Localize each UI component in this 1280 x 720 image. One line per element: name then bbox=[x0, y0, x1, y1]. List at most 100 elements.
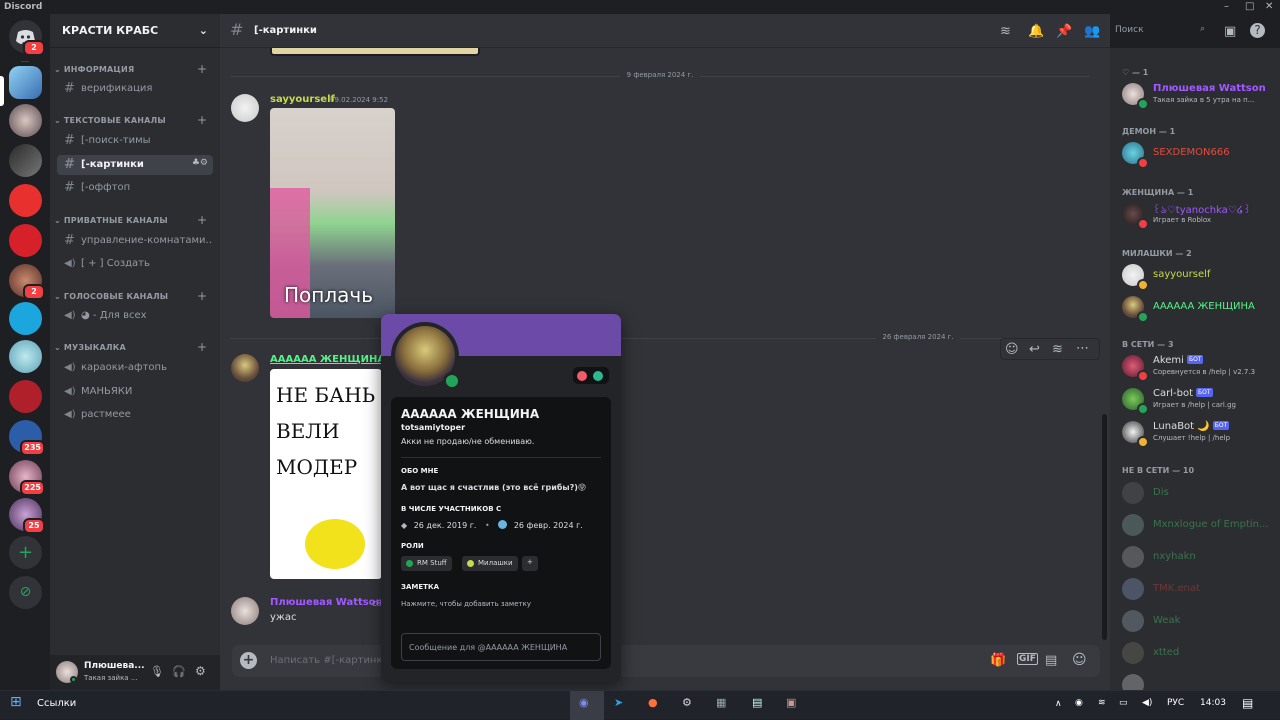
server-header[interactable]: КРАСТИ КРАБС ⌄ bbox=[50, 14, 220, 48]
voice-channel-karaoke[interactable]: ◀) караоки-афтопь bbox=[57, 358, 213, 378]
direct-messages-button[interactable]: 2 bbox=[9, 20, 45, 56]
members-list-icon[interactable]: 👥 bbox=[1084, 24, 1100, 39]
server-icon[interactable] bbox=[9, 104, 42, 137]
wifi-icon[interactable]: ≋ bbox=[1098, 698, 1106, 708]
channel-verify[interactable]: # верификация bbox=[57, 79, 213, 99]
server-icon[interactable] bbox=[9, 380, 42, 413]
role-chip[interactable]: RM Stuff bbox=[401, 556, 452, 571]
add-server-button[interactable]: + bbox=[9, 536, 42, 569]
message-image[interactable]: НЕ БАНЬ ВЕЛИ МОДЕР bbox=[270, 369, 382, 579]
member-item[interactable]: xtted bbox=[1122, 640, 1272, 666]
member-item[interactable]: Плюшевая Wattson Такая зайка в 5 утра на… bbox=[1122, 81, 1272, 110]
help-icon[interactable]: ? bbox=[1250, 23, 1265, 38]
server-icon[interactable] bbox=[9, 224, 42, 257]
battery-icon[interactable]: ▭ bbox=[1119, 698, 1128, 708]
clock[interactable]: 14:03 bbox=[1200, 698, 1226, 708]
sticker-icon[interactable]: ▤ bbox=[1045, 653, 1057, 668]
server-icon[interactable]: 225 bbox=[9, 460, 45, 496]
member-item[interactable]: Mxnxlogue of Emptin... bbox=[1122, 512, 1272, 538]
member-item[interactable]: ААААAA ЖЕНЩИНА bbox=[1122, 294, 1272, 323]
member-item[interactable]: TMK.enat bbox=[1122, 576, 1272, 602]
more-icon[interactable]: ⋯ bbox=[1076, 341, 1089, 356]
bell-icon[interactable]: 🔔 bbox=[1028, 24, 1044, 39]
server-icon[interactable] bbox=[9, 144, 42, 177]
category-voice[interactable]: ⌄ ГОЛОСОВЫЕ КАНАЛЫ + bbox=[54, 289, 207, 303]
category-text[interactable]: ⌄ ТЕКСТОВЫЕ КАНАЛЫ + bbox=[54, 113, 207, 127]
member-item[interactable]: Carl-bot БОТ Играет в /help | carl.gg bbox=[1122, 386, 1272, 415]
close-icon[interactable]: ✕ bbox=[1265, 1, 1273, 12]
app-icon[interactable]: ▦ bbox=[716, 696, 726, 709]
note-input[interactable]: Нажмите, чтобы добавить заметку bbox=[401, 600, 531, 608]
avatar[interactable] bbox=[231, 597, 259, 625]
reply-icon[interactable]: ↩ bbox=[1029, 342, 1040, 357]
windows-start-icon[interactable]: ⊞ bbox=[10, 694, 22, 710]
member-item[interactable]: Weak bbox=[1122, 608, 1272, 634]
gif-icon[interactable]: GIF bbox=[1017, 653, 1038, 665]
microphone-icon[interactable]: 🎙 bbox=[150, 665, 164, 678]
headphones-icon[interactable]: 🎧 bbox=[172, 665, 186, 678]
attach-plus-icon[interactable]: + bbox=[240, 652, 257, 669]
search-input[interactable]: Поиск ⌕ bbox=[1110, 22, 1210, 40]
channel-offtop[interactable]: # [-оффтоп bbox=[57, 178, 213, 198]
add-role-button[interactable]: + bbox=[522, 556, 538, 571]
message-composer[interactable]: + Написать #[-картинки 🎁 GIF ▤ ☺ bbox=[232, 645, 1100, 677]
discord-tray-icon[interactable]: ◉ bbox=[1075, 698, 1083, 708]
server-icon[interactable]: 235 bbox=[9, 420, 45, 456]
taskbar-search-label[interactable]: Ссылки bbox=[37, 698, 76, 709]
server-icon[interactable] bbox=[9, 340, 42, 373]
server-icon[interactable]: 25 bbox=[9, 498, 45, 534]
emoji-icon[interactable]: ☺ bbox=[1072, 652, 1087, 668]
category-music[interactable]: ⌄ МУЗЫКАЛКА + bbox=[54, 340, 207, 354]
direct-message-input[interactable]: Сообщение для @ААААAA ЖЕНЩИНА bbox=[401, 633, 601, 661]
previous-image[interactable] bbox=[270, 48, 480, 56]
threads-icon[interactable]: ≋ bbox=[1000, 24, 1011, 39]
language-indicator[interactable]: РУС bbox=[1167, 698, 1184, 708]
category-private[interactable]: ⌄ ПРИВАТНЫЕ КАНАЛЫ + bbox=[54, 213, 207, 227]
explore-compass-icon[interactable]: ⊘ bbox=[9, 576, 42, 609]
server-icon[interactable] bbox=[9, 302, 42, 335]
message-author[interactable]: sayyourself bbox=[270, 94, 335, 105]
category-info[interactable]: ⌄ ИНФОРМАЦИЯ + bbox=[54, 62, 207, 76]
telegram-icon[interactable]: ➤ bbox=[614, 696, 623, 709]
member-item[interactable]: Akemi БОТ Соревнуется в /help | v2.7.3 bbox=[1122, 353, 1272, 382]
gift-icon[interactable]: 🎁 bbox=[990, 653, 1006, 668]
message-author[interactable]: Плюшевая Wattson bbox=[270, 597, 383, 608]
channel-rooms[interactable]: # управление-комнатами... bbox=[57, 231, 213, 251]
member-item[interactable]: ꒰ঌ♡tyanochka♡໒꒱ Играет в Roblox bbox=[1122, 201, 1272, 230]
maximize-icon[interactable]: □ bbox=[1245, 1, 1254, 12]
server-icon[interactable]: 2 bbox=[9, 264, 45, 300]
scrollbar[interactable] bbox=[1102, 414, 1107, 640]
voice-channel-forall[interactable]: ◀) ◕ - Для всех bbox=[57, 306, 213, 326]
message-author[interactable]: ААААAA ЖЕНЩИНА bbox=[270, 354, 385, 365]
firefox-icon[interactable]: ● bbox=[648, 696, 658, 709]
member-item[interactable]: Dis bbox=[1122, 480, 1272, 506]
channel-search[interactable]: # [-поиск-тимы bbox=[57, 131, 213, 151]
inbox-icon[interactable]: ▣ bbox=[1224, 24, 1236, 39]
add-reaction-icon[interactable]: ☺ bbox=[1005, 342, 1019, 357]
member-item[interactable]: nxyhakn bbox=[1122, 544, 1272, 570]
member-item[interactable]: SEXDEMON666 bbox=[1122, 140, 1272, 169]
voice-channel-create[interactable]: ◀)[ + ] Создать bbox=[57, 254, 213, 274]
avatar[interactable] bbox=[231, 354, 259, 382]
profile-avatar[interactable] bbox=[391, 322, 461, 390]
notification-icon[interactable]: ▤ bbox=[1242, 696, 1253, 710]
channel-pics[interactable]: # [-картинки ♣⚙ bbox=[57, 155, 213, 175]
voice-channel-maniacs[interactable]: ◀) МАНЬЯКИ bbox=[57, 382, 213, 402]
pin-icon[interactable]: 📌 bbox=[1056, 24, 1072, 39]
steam-icon[interactable]: ⚙ bbox=[682, 696, 692, 709]
minimize-icon[interactable]: – bbox=[1224, 1, 1229, 12]
tray-chevron-icon[interactable]: ∧ bbox=[1055, 699, 1062, 709]
thread-icon[interactable]: ≋ bbox=[1052, 342, 1063, 357]
role-chip[interactable]: Милашки bbox=[462, 556, 518, 571]
member-item[interactable]: sayyourself bbox=[1122, 262, 1272, 291]
app-icon[interactable]: ▣ bbox=[786, 696, 796, 709]
notepad-icon[interactable]: ▤ bbox=[752, 696, 762, 709]
avatar[interactable] bbox=[231, 94, 259, 122]
server-icon-krasti[interactable] bbox=[9, 66, 42, 99]
volume-icon[interactable]: ◀) bbox=[1142, 698, 1152, 708]
server-icon[interactable] bbox=[9, 184, 42, 217]
member-item[interactable]: LunaBot 🌙 БОТ Слушает !help | /help bbox=[1122, 419, 1272, 448]
voice-channel-rast[interactable]: ◀) растмеее bbox=[57, 405, 213, 425]
discord-taskbar-app[interactable]: ◉ bbox=[570, 691, 604, 720]
settings-gear-icon[interactable]: ⚙ bbox=[195, 664, 206, 678]
